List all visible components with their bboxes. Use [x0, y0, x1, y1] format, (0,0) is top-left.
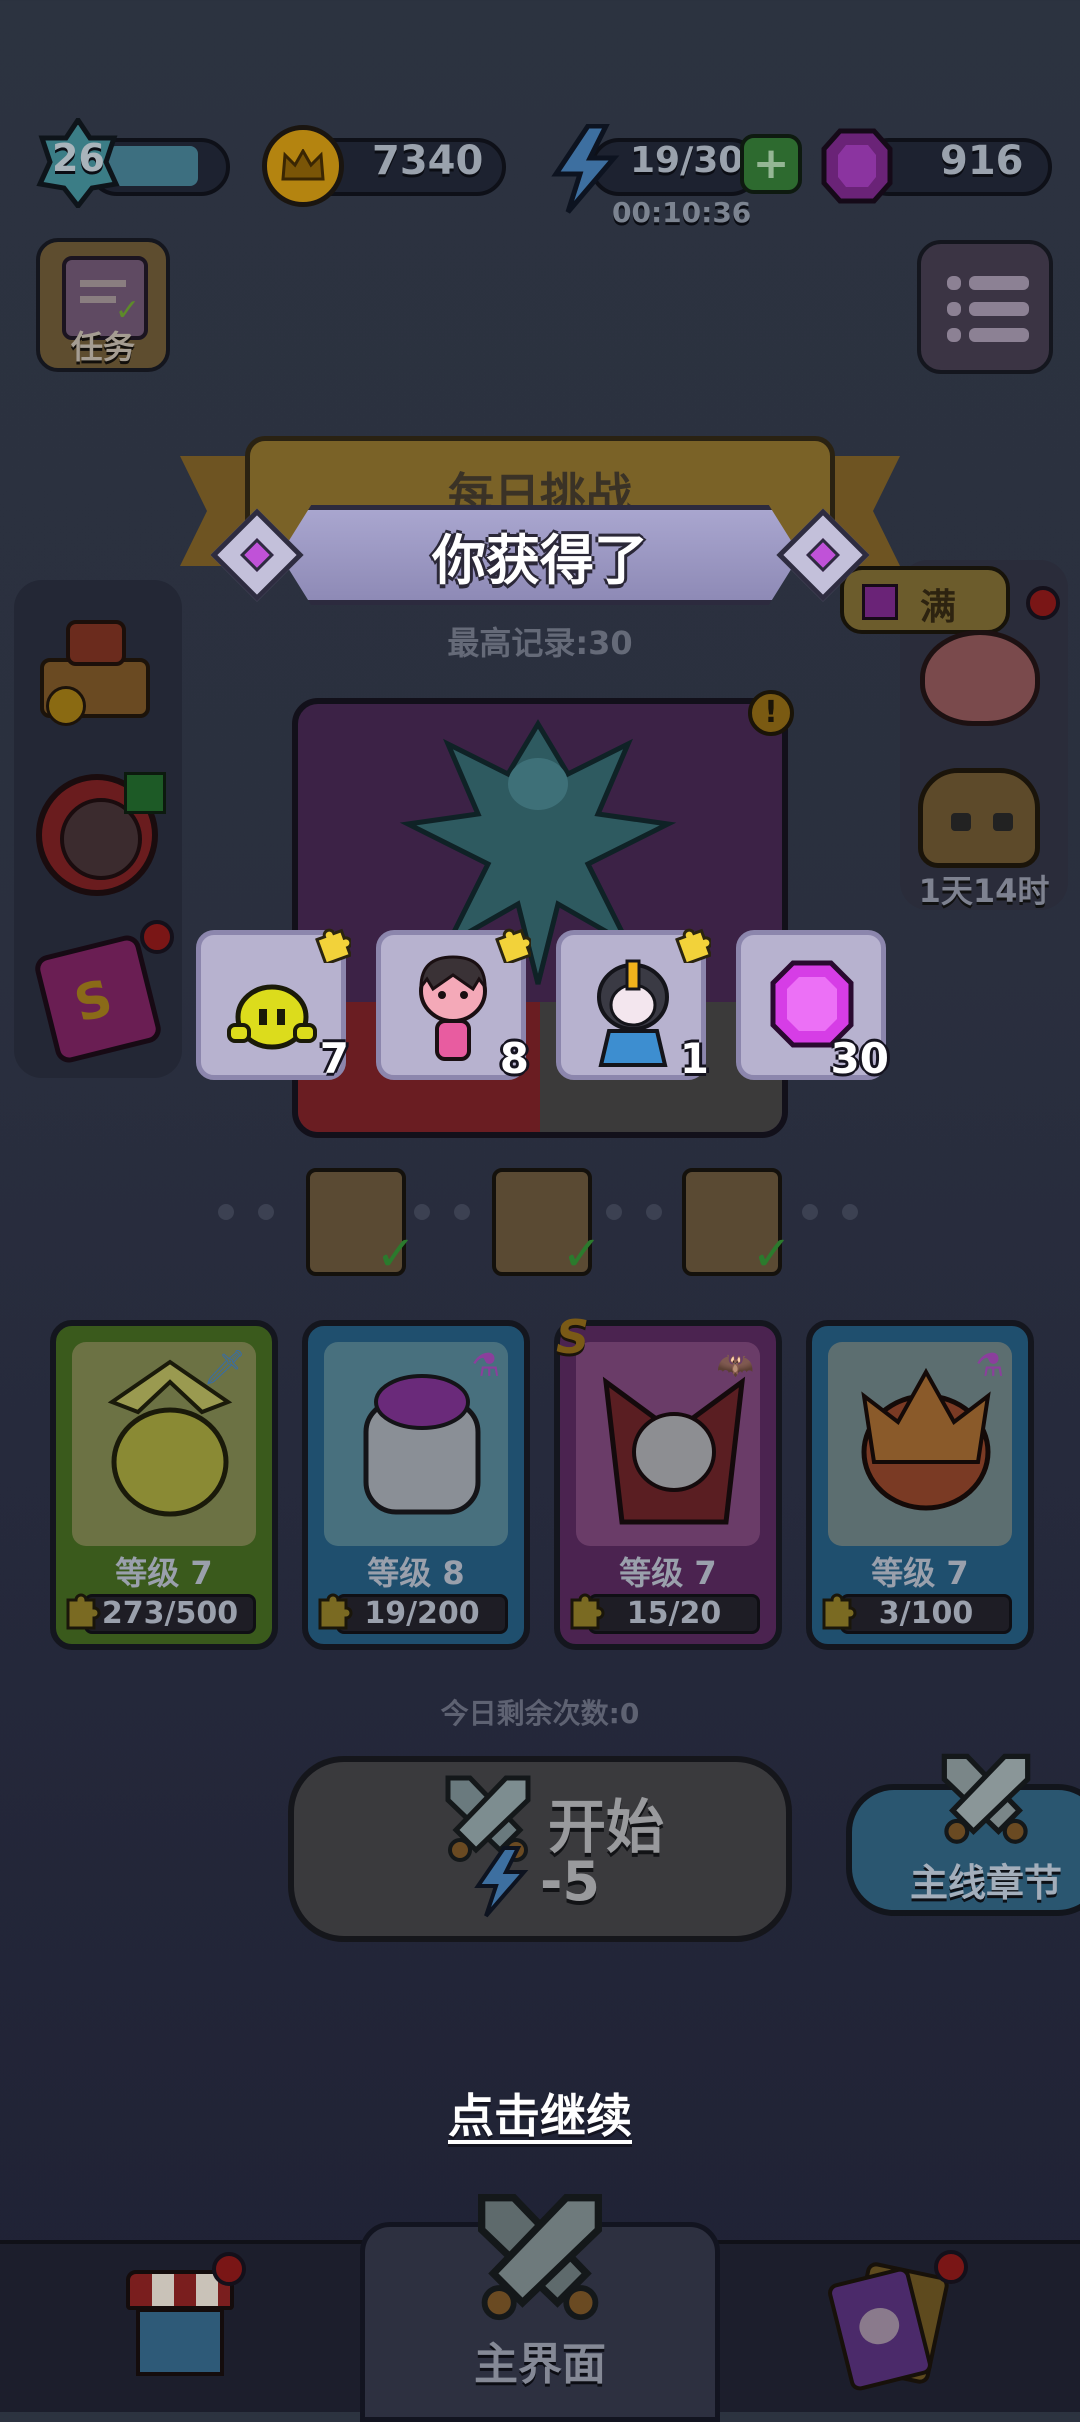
- shop-icon[interactable]: [122, 2270, 238, 2378]
- boss-card-footer: [298, 1002, 782, 1132]
- gem-icon: [821, 128, 893, 204]
- hero-progress: 15/20: [626, 1596, 722, 1631]
- info-alert-icon[interactable]: !: [748, 690, 794, 736]
- event-timer: 1天14时: [918, 872, 1050, 910]
- rank-badge: S: [556, 1310, 590, 1364]
- hero-progress-bar: 15/20: [588, 1594, 760, 1634]
- hero-progress-bar: 273/500: [84, 1594, 256, 1634]
- reward-item: 7: [196, 928, 351, 1083]
- hero-card[interactable]: 🗡 等级 7 273/500: [50, 1320, 278, 1650]
- hero-progress-bar: 19/200: [336, 1594, 508, 1634]
- progress-dots: [218, 1204, 298, 1224]
- small-gem-icon: [862, 584, 898, 620]
- home-tab-label: 主界面: [474, 2339, 606, 2390]
- hero-card[interactable]: 🦇 等级 7 15/20: [554, 1320, 782, 1650]
- reward-count: 1: [679, 1034, 709, 1083]
- reward-item: 1: [556, 928, 711, 1083]
- xp-fill: [108, 146, 198, 186]
- puzzle-piece-icon: [570, 1593, 605, 1630]
- bat-icon: 🦇: [716, 1348, 754, 1383]
- scroll-reward-icon[interactable]: ✓: [306, 1168, 416, 1282]
- player-level: 26: [52, 136, 105, 180]
- puzzle-piece-icon: [66, 1593, 101, 1630]
- potion-icon: ⚗: [975, 1346, 1004, 1384]
- yellow-cactus-hero-icon: [227, 984, 317, 1050]
- sword-icon: 🗡: [202, 1348, 246, 1388]
- crossed-swords-icon: [478, 2194, 602, 2321]
- hero-progress-bar: 3/100: [840, 1594, 1012, 1634]
- lightning-icon: [551, 124, 620, 214]
- energy-cost-icon: [474, 1846, 529, 1918]
- check-icon: ✓: [561, 1226, 602, 1282]
- puzzle-piece-icon: [822, 1593, 857, 1630]
- tap-to-continue[interactable]: 点击继续: [0, 2080, 1080, 2146]
- progress-dots: [802, 1204, 882, 1224]
- crown-coin-icon: [262, 125, 344, 207]
- tasks-label: 任务: [70, 328, 135, 366]
- scroll-reward-icon[interactable]: ✓: [492, 1168, 602, 1282]
- piggy-full-label: 满: [920, 587, 957, 628]
- menu-button[interactable]: [917, 240, 1053, 374]
- gold-amount: 7340: [372, 138, 484, 184]
- main-chapter-label: 主线章节: [910, 1861, 1063, 1905]
- gem-amount: 916: [940, 138, 1024, 184]
- plus-icon: +: [752, 138, 790, 189]
- knight-girl-hero-icon: [597, 959, 669, 1067]
- hero-progress: 3/100: [878, 1596, 974, 1631]
- boss-card[interactable]: [292, 698, 788, 1138]
- demon-event-icon[interactable]: [918, 768, 1040, 868]
- hero-card[interactable]: ⚗ 等级 8 19/200: [302, 1320, 530, 1650]
- gold-chest-icon[interactable]: [36, 612, 154, 726]
- energy-cost: -5: [540, 1850, 600, 1913]
- notification-dot: [212, 2252, 246, 2286]
- add-energy-button[interactable]: +: [740, 134, 802, 194]
- reward-count: 30: [830, 1034, 889, 1083]
- tasks-button[interactable]: ✓ 任务: [36, 238, 170, 372]
- reward-item: 8: [376, 928, 531, 1083]
- puzzle-piece-icon: [495, 928, 531, 963]
- hero-card[interactable]: ⚗ 等级 7 3/100: [806, 1320, 1034, 1650]
- scroll-reward-icon[interactable]: ✓: [682, 1168, 792, 1282]
- reward-title: 你获得了: [432, 528, 648, 592]
- pink-girl-hero-icon: [419, 955, 487, 1061]
- reward-item: 30: [736, 930, 889, 1083]
- crossed-swords-icon: [941, 1753, 1031, 1844]
- reward-count: 8: [499, 1034, 529, 1083]
- piggy-bank-icon[interactable]: [920, 630, 1040, 726]
- potion-icon: ⚗: [471, 1346, 500, 1384]
- check-icon: ✓: [751, 1226, 792, 1282]
- energy-amount: 19/30: [630, 140, 744, 181]
- puzzle-piece-icon: [675, 928, 711, 963]
- remaining-attempts: 今日剩余次数:0: [440, 1697, 640, 1730]
- card-collection-icon[interactable]: [825, 2260, 951, 2393]
- reward-count: 7: [319, 1034, 349, 1083]
- notification-dot: [934, 2250, 968, 2284]
- energy-timer: 00:10:36: [612, 196, 752, 229]
- puzzle-piece-icon: [315, 928, 351, 963]
- progress-dots: [414, 1204, 494, 1224]
- check-icon: ✓: [375, 1226, 416, 1282]
- notification-dot: [140, 920, 174, 954]
- progress-dots: [606, 1204, 686, 1224]
- hero-progress: 273/500: [101, 1596, 239, 1631]
- hero-progress: 19/200: [364, 1596, 480, 1631]
- start-button[interactable]: [288, 1756, 792, 1942]
- piggy-full-tag: 满: [840, 566, 1010, 634]
- puzzle-piece-icon: [318, 1593, 353, 1630]
- notification-dot: [1026, 586, 1060, 620]
- timer-clock-icon[interactable]: [36, 772, 166, 896]
